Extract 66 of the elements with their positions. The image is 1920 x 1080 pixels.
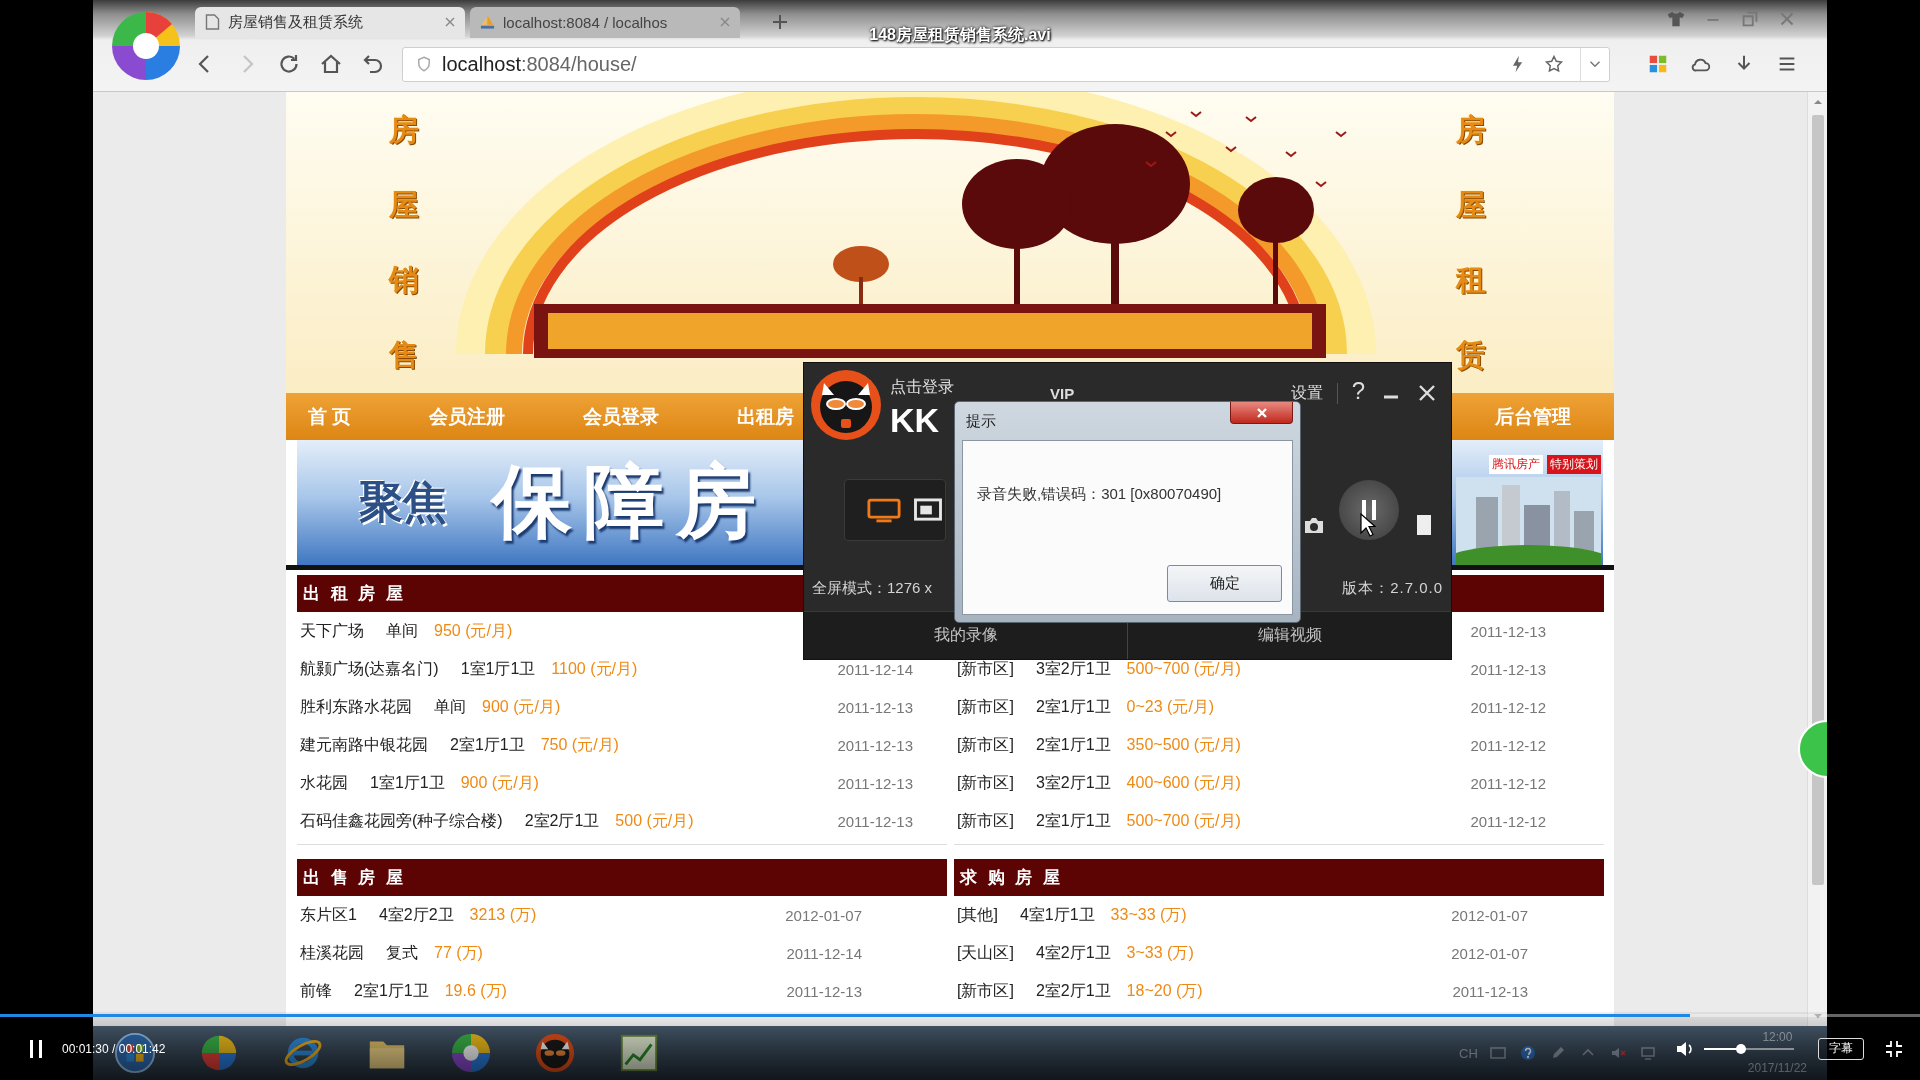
price-text: 950 (元/月) — [434, 620, 513, 641]
room-layout: 2室2厅1卫 — [524, 810, 600, 831]
capture-mode-text: 全屏模式：1276 x — [812, 578, 933, 598]
date-text: 2011-12-12 — [1470, 698, 1546, 716]
room-layout: 3室2厅1卫 — [1035, 772, 1111, 793]
section-header: 求 购 房 屋 — [954, 859, 1604, 896]
date-text: 2011-12-14 — [837, 660, 913, 678]
date-text: 2011-12-13 — [837, 774, 913, 792]
room-layout: 单间 — [386, 620, 418, 641]
room-layout: 1室1厅1卫 — [370, 772, 445, 793]
room-layout: 单间 — [434, 696, 466, 717]
price-text: 1100 (元/月) — [551, 658, 638, 679]
date-text: 2011-12-13 — [837, 698, 913, 716]
price-text: 33~33 (万) — [1110, 904, 1187, 925]
room-layout: 2室1厅1卫 — [450, 734, 525, 755]
room-layout: 2室2厅1卫 — [1035, 980, 1111, 1001]
price-text: 19.6 (万) — [444, 980, 507, 1001]
room-layout: 4室2厅2卫 — [378, 904, 454, 925]
date-text: 2011-12-13 — [786, 982, 862, 1000]
price-text: 500~700 (元/月) — [1126, 658, 1241, 679]
ad-headline: 保障房 — [492, 452, 768, 550]
vertical-slogan: 房屋租赁 — [1456, 112, 1486, 373]
room-layout: 2室1厅1卫 — [1035, 810, 1111, 831]
price-text: 0~23 (元/月) — [1126, 696, 1215, 717]
date-text: 2012-01-07 — [1451, 944, 1528, 962]
price-text: 18~20 (万) — [1126, 980, 1203, 1001]
dialog-message: 录音失败,错误码：301 [0x80070490] — [977, 485, 1223, 504]
date-text: 2011-12-12 — [1470, 736, 1546, 754]
price-text: 3~33 (万) — [1126, 942, 1194, 963]
room-layout: 2室1厅1卫 — [354, 980, 429, 1001]
date-text: 2011-12-13 — [1470, 622, 1546, 640]
price-text: 500 (元/月) — [615, 810, 694, 831]
price-text: 500~700 (元/月) — [1126, 810, 1241, 831]
ad-tag: 特别策划 — [1547, 455, 1601, 474]
price-text: 400~600 (元/月) — [1126, 772, 1241, 793]
room-layout: 复式 — [386, 942, 418, 963]
date-text: 2012-01-07 — [785, 906, 862, 924]
date-text: 2011-12-13 — [837, 812, 913, 830]
date-text: 2011-12-12 — [1470, 812, 1546, 830]
price-text: 3213 (万) — [469, 904, 537, 925]
ad-tag: 腾讯房产 — [1489, 455, 1543, 474]
room-layout: 2室1厅1卫 — [1035, 696, 1111, 717]
ad-kicker: 聚焦 — [359, 476, 447, 528]
playback-time: 00:01:30 / 00:01:42 — [62, 1041, 166, 1056]
price-text: 900 (元/月) — [482, 696, 561, 717]
room-layout: 3室2厅1卫 — [1035, 658, 1111, 679]
price-text: 750 (元/月) — [540, 734, 619, 755]
date-text: 2012-01-07 — [1451, 906, 1528, 924]
date-text: 2011-12-12 — [1470, 774, 1546, 792]
version-text: 版本：2.7.0.0 — [1342, 578, 1443, 598]
room-layout: 4室1厅1卫 — [1019, 904, 1095, 925]
price-text: 900 (元/月) — [460, 772, 539, 793]
app-title: KK — [890, 400, 941, 440]
date-text: 2011-12-13 — [1452, 982, 1528, 1000]
price-text: 77 (万) — [434, 942, 483, 963]
price-text: 350~500 (元/月) — [1126, 734, 1241, 755]
date-text: 2011-12-14 — [786, 944, 862, 962]
dialog-title: 提示 — [966, 412, 996, 431]
video-title: 148房屋租赁销售系统.avi — [869, 25, 1051, 46]
date-text: 2011-12-13 — [837, 736, 913, 754]
section-header: 出 售 房 屋 — [297, 859, 947, 896]
date-text: 2011-12-13 — [1470, 660, 1546, 678]
room-layout: 2室1厅1卫 — [1035, 734, 1111, 755]
vertical-slogan: 房屋销售 — [389, 112, 419, 373]
room-layout: 1室1厅1卫 — [460, 658, 536, 679]
room-layout: 4室2厅1卫 — [1035, 942, 1111, 963]
